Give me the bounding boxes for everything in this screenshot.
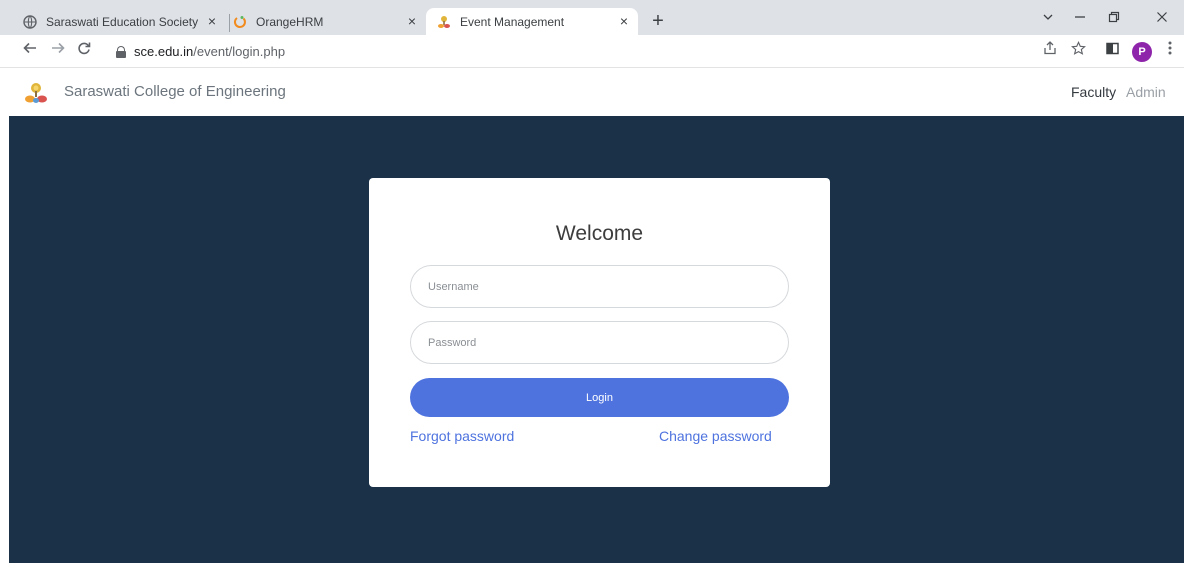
share-icon[interactable] bbox=[1040, 41, 1060, 61]
url-host: sce.edu.in bbox=[134, 44, 194, 59]
tab-search-icon[interactable] bbox=[1038, 9, 1058, 27]
nav-admin-link[interactable]: Admin bbox=[1126, 84, 1166, 100]
back-icon[interactable] bbox=[20, 41, 40, 61]
reload-icon[interactable] bbox=[74, 41, 94, 61]
tab-title: Saraswati Education Society bbox=[46, 14, 199, 29]
minimize-icon[interactable] bbox=[1070, 9, 1090, 27]
lock-icon bbox=[116, 45, 126, 58]
change-password-link[interactable]: Change password bbox=[659, 428, 772, 444]
login-title: Welcome bbox=[555, 222, 644, 245]
orangehrm-icon bbox=[232, 14, 248, 30]
tab-saraswati-education-society[interactable]: Saraswati Education Society × bbox=[22, 8, 228, 35]
tab-divider bbox=[229, 14, 230, 32]
side-panel-icon[interactable] bbox=[1102, 41, 1122, 61]
login-button[interactable]: Login bbox=[410, 378, 789, 417]
college-logo-icon bbox=[436, 14, 452, 30]
site-navbar: Saraswati College of Engineering Faculty… bbox=[0, 69, 1184, 116]
new-tab-button[interactable]: + bbox=[648, 11, 668, 32]
browser-tab-strip: Saraswati Education Society × OrangeHRM … bbox=[0, 0, 1184, 35]
close-window-icon[interactable] bbox=[1152, 9, 1172, 27]
profile-avatar[interactable]: P bbox=[1132, 42, 1152, 62]
username-input[interactable] bbox=[410, 265, 789, 308]
tab-event-management[interactable]: Event Management × bbox=[426, 8, 638, 35]
tab-title: OrangeHRM bbox=[256, 14, 324, 29]
url-path: /event/login.php bbox=[193, 44, 286, 59]
tab-orangehrm[interactable]: OrangeHRM × bbox=[232, 8, 428, 35]
close-tab-icon[interactable]: × bbox=[204, 13, 220, 29]
address-bar[interactable]: sce.edu.in/event/login.php bbox=[100, 38, 1120, 65]
main-content: Welcome Login Forgot password Change pas… bbox=[9, 116, 1184, 563]
restore-icon[interactable] bbox=[1104, 9, 1124, 27]
brand-name[interactable]: Saraswati College of Engineering bbox=[64, 83, 286, 100]
close-tab-icon[interactable]: × bbox=[616, 13, 632, 29]
forgot-password-link[interactable]: Forgot password bbox=[410, 428, 514, 444]
login-card: Welcome Login Forgot password Change pas… bbox=[369, 178, 830, 487]
menu-kebab-icon[interactable] bbox=[1160, 41, 1180, 61]
forward-icon[interactable] bbox=[48, 41, 68, 61]
close-tab-icon[interactable]: × bbox=[404, 13, 420, 29]
nav-faculty-link[interactable]: Faculty bbox=[1071, 84, 1116, 100]
browser-toolbar: sce.edu.in/event/login.php P bbox=[0, 35, 1184, 68]
bookmark-star-icon[interactable] bbox=[1068, 41, 1088, 61]
tab-title: Event Management bbox=[460, 14, 565, 29]
college-logo-icon[interactable] bbox=[24, 82, 48, 104]
globe-icon bbox=[22, 14, 38, 30]
url-text: sce.edu.in/event/login.php bbox=[134, 44, 285, 59]
password-input[interactable] bbox=[410, 321, 789, 364]
